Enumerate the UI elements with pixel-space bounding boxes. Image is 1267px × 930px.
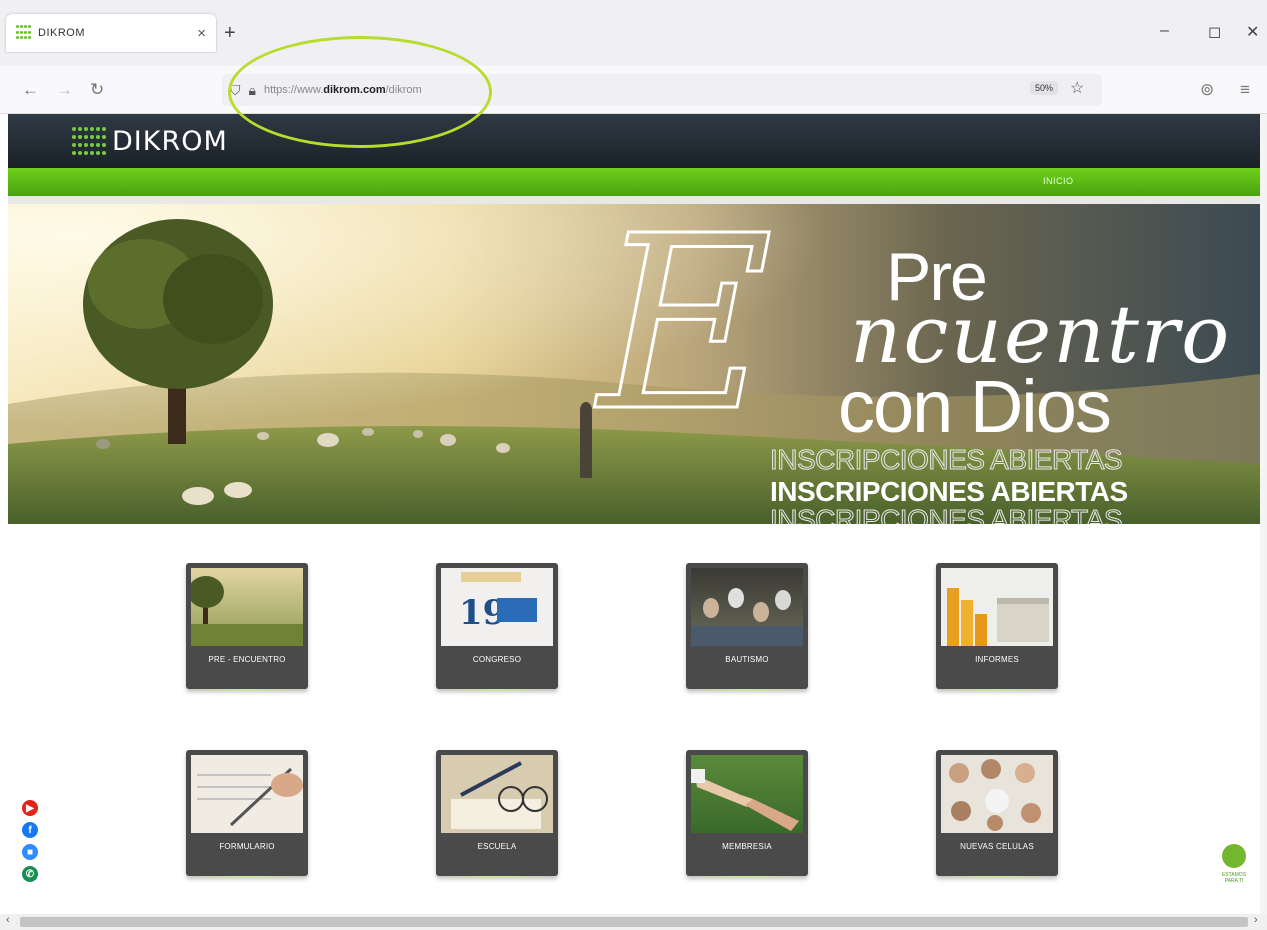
main-menu-bar: INICIO	[8, 168, 1260, 196]
url-bar[interactable]: ⛉ 🔒︎ https://www.dikrom.com/dikrom 50% ☆	[222, 74, 1102, 106]
tile-underline	[692, 689, 802, 691]
browser-tab[interactable]: DIKROM ×	[6, 14, 216, 52]
scroll-right-icon[interactable]: ›	[1254, 914, 1258, 926]
support-label[interactable]: ESTAMOS PARA TI	[1212, 872, 1256, 884]
site-logo[interactable]: DIKROM	[72, 126, 228, 157]
tile-underline	[942, 876, 1052, 878]
tile-underline	[442, 876, 552, 878]
new-tab-button[interactable]: +	[224, 22, 236, 45]
pocket-icon[interactable]: ⊚	[1200, 80, 1214, 100]
tile-formulario[interactable]: FORMULARIO	[186, 750, 308, 876]
membresia-image	[691, 755, 803, 833]
zoom-icon[interactable]: ■	[22, 844, 38, 860]
minimize-icon[interactable]: –	[1160, 22, 1169, 40]
horizontal-scrollbar[interactable]: ‹ ›	[0, 914, 1267, 930]
vertical-scrollbar[interactable]	[1260, 114, 1267, 914]
shield-icon[interactable]: ⛉	[230, 82, 241, 99]
whatsapp-icon[interactable]: ✆	[22, 866, 38, 882]
tile-label: INFORMES	[975, 655, 1019, 664]
close-window-icon[interactable]: ✕	[1246, 22, 1259, 42]
menu-icon[interactable]: ≡	[1240, 80, 1250, 100]
lock-icon[interactable]: 🔒︎	[249, 82, 256, 99]
restore-icon[interactable]: ◻	[1208, 22, 1221, 42]
tile-nuevas-celulas[interactable]: NUEVAS CELULAS	[936, 750, 1058, 876]
tile-informes[interactable]: INFORMES	[936, 563, 1058, 689]
tab-title: DIKROM	[38, 27, 85, 39]
nuevas-celulas-image	[941, 755, 1053, 833]
hero-inscripciones-outline-bottom: INSCRIPCIONES ABIERTAS	[769, 504, 1123, 525]
zoom-level-badge[interactable]: 50%	[1030, 81, 1059, 95]
tile-label: BAUTISMO	[725, 655, 769, 664]
tile-label: PRE - ENCUENTRO	[208, 655, 286, 664]
scroll-thumb[interactable]	[20, 917, 1248, 927]
hero-script-e: E	[596, 204, 774, 464]
tile-membresia[interactable]: MEMBRESIA	[686, 750, 808, 876]
tab-bar: DIKROM × + – ◻ ✕	[0, 0, 1267, 66]
tile-label: ESCUELA	[477, 842, 517, 851]
tile-underline	[192, 689, 302, 691]
hero-title-con-dios: con Dios	[838, 365, 1112, 448]
tile-pre-encuentro[interactable]: PRE - ENCUENTRO	[186, 563, 308, 689]
bautismo-image	[691, 568, 803, 646]
hero-banner[interactable]: E Pre ncuentro con Dios INSCRIPCIONES AB…	[8, 204, 1260, 524]
logo-text: DIKROM	[112, 126, 228, 157]
site-header: DIKROM	[8, 114, 1260, 168]
browser-window: DIKROM × + – ◻ ✕ ← → ↻ ⛉ 🔒︎ https://www.…	[0, 0, 1267, 930]
formulario-image	[191, 755, 303, 833]
dikrom-logo-icon	[72, 126, 108, 157]
navigation-toolbar: ← → ↻ ⛉ 🔒︎ https://www.dikrom.com/dikrom…	[0, 66, 1267, 114]
tile-congreso[interactable]: 19 CONGRESO	[436, 563, 558, 689]
escuela-image	[441, 755, 553, 833]
hero-inscripciones-outline-top: INSCRIPCIONES ABIERTAS	[769, 444, 1123, 476]
youtube-icon[interactable]: ▶	[22, 800, 38, 816]
scroll-left-icon[interactable]: ‹	[6, 914, 10, 926]
tile-bautismo[interactable]: BAUTISMO	[686, 563, 808, 689]
menu-item-inicio[interactable]: INICIO	[1043, 176, 1074, 186]
forward-icon[interactable]: →	[56, 80, 73, 100]
pre-encuentro-image	[191, 568, 303, 646]
informes-image	[941, 568, 1053, 646]
tile-underline	[442, 689, 552, 691]
reload-icon[interactable]: ↻	[90, 80, 104, 100]
support-avatar-icon[interactable]	[1222, 844, 1246, 868]
tile-underline	[192, 876, 302, 878]
tile-underline	[692, 876, 802, 878]
tile-escuela[interactable]: ESCUELA	[436, 750, 558, 876]
star-icon[interactable]: ☆	[1070, 78, 1084, 98]
dikrom-favicon-icon	[16, 25, 32, 41]
back-icon[interactable]: ←	[22, 80, 39, 100]
facebook-icon[interactable]: f	[22, 822, 38, 838]
tile-label: MEMBRESIA	[722, 842, 772, 851]
congreso-image: 19	[441, 568, 553, 646]
tile-label: NUEVAS CELULAS	[960, 842, 1034, 851]
tile-label: FORMULARIO	[219, 842, 275, 851]
header-divider	[8, 196, 1260, 204]
tile-label: CONGRESO	[472, 655, 522, 664]
tile-underline	[942, 689, 1052, 691]
tab-close-icon[interactable]: ×	[197, 25, 206, 42]
url-text[interactable]: https://www.dikrom.com/dikrom	[264, 84, 422, 96]
